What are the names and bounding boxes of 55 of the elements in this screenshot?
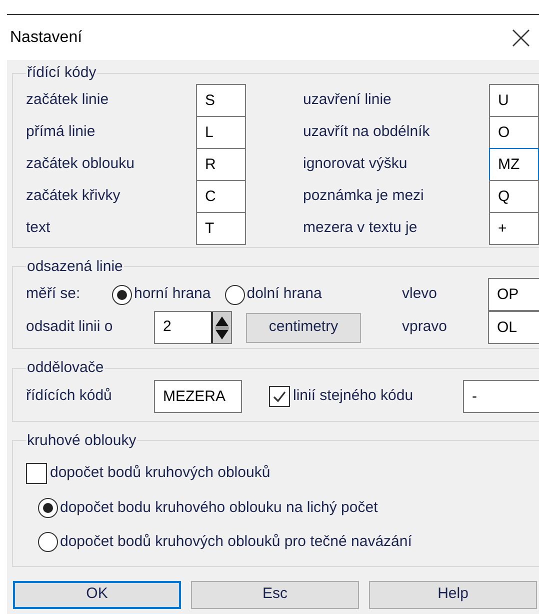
dialog-button[interactable]: Help (369, 580, 537, 608)
field-label: vpravo (402, 317, 448, 338)
field-label: ignorovat výšku (303, 154, 408, 174)
field-label: začátek oblouku (26, 154, 136, 174)
field-label: vlevo (402, 284, 438, 304)
text-field[interactable]: C (196, 180, 246, 212)
radio-label: horní hrana (134, 284, 211, 304)
radio-button[interactable] (38, 498, 58, 518)
field-label: text (26, 218, 52, 238)
dialog-button[interactable]: OK (13, 580, 181, 608)
group-title: kruhové oblouky (26, 430, 138, 450)
field-label: uzavřít na obdélník (303, 122, 431, 142)
field-value: 2 (162, 317, 172, 338)
radio-label: dopočet bodů kruhových oblouků pro tečné navázání (60, 532, 412, 552)
text-field[interactable]: Q (489, 180, 539, 212)
radio-button[interactable] (112, 284, 132, 304)
text-field[interactable]: R (196, 148, 246, 180)
checkbox[interactable] (26, 462, 47, 484)
radio-label: dolní hrana (246, 284, 322, 304)
checkbox[interactable] (269, 386, 290, 406)
field-label: řídících kódů (26, 386, 113, 406)
window-title: Nastavení (10, 28, 82, 48)
field-label: poznámka je mezi (303, 186, 425, 206)
text-field[interactable]: MEZERA (154, 380, 242, 412)
radio-button[interactable] (38, 532, 58, 552)
field-label: začátek křivky (26, 186, 122, 206)
group-title: řídící kódy (26, 63, 98, 83)
checkmark-icon (272, 388, 287, 404)
group-title: oddělovače (26, 358, 105, 378)
text-field[interactable]: O (489, 116, 539, 148)
dialog-button[interactable]: Esc (191, 580, 359, 608)
text-field[interactable]: + (489, 212, 539, 244)
group-title: odsazená linie (26, 256, 124, 276)
text-field[interactable]: L (196, 116, 246, 148)
checkbox-label: linií stejného kódu (293, 386, 414, 406)
text-field[interactable]: T (196, 212, 246, 244)
text-field[interactable]: U (489, 84, 539, 116)
spin-field[interactable]: 2 (154, 311, 232, 344)
text-field[interactable]: S (196, 84, 246, 116)
field-label: odsadit linii o (26, 317, 114, 338)
radio-label: dopočet bodu kruhového oblouku na lichý počet (60, 498, 378, 518)
field-label: začátek linie (26, 90, 110, 110)
checkbox-label: dopočet bodů kruhových oblouků (50, 463, 270, 483)
text-field[interactable]: - (463, 380, 539, 412)
spin-arrows-icon[interactable] (215, 314, 229, 340)
field-label: mezera v textu je (303, 218, 418, 238)
text-field[interactable]: MZ (489, 148, 539, 180)
text-field[interactable]: OP (488, 278, 539, 311)
close-icon[interactable] (511, 28, 531, 48)
radio-button[interactable] (224, 284, 245, 304)
field-label: přímá linie (26, 122, 96, 142)
unit-button[interactable]: centimetry (246, 312, 361, 342)
text-field[interactable]: OL (488, 311, 539, 344)
field-label: měří se: (26, 284, 82, 304)
field-label: uzavření linie (303, 90, 392, 110)
